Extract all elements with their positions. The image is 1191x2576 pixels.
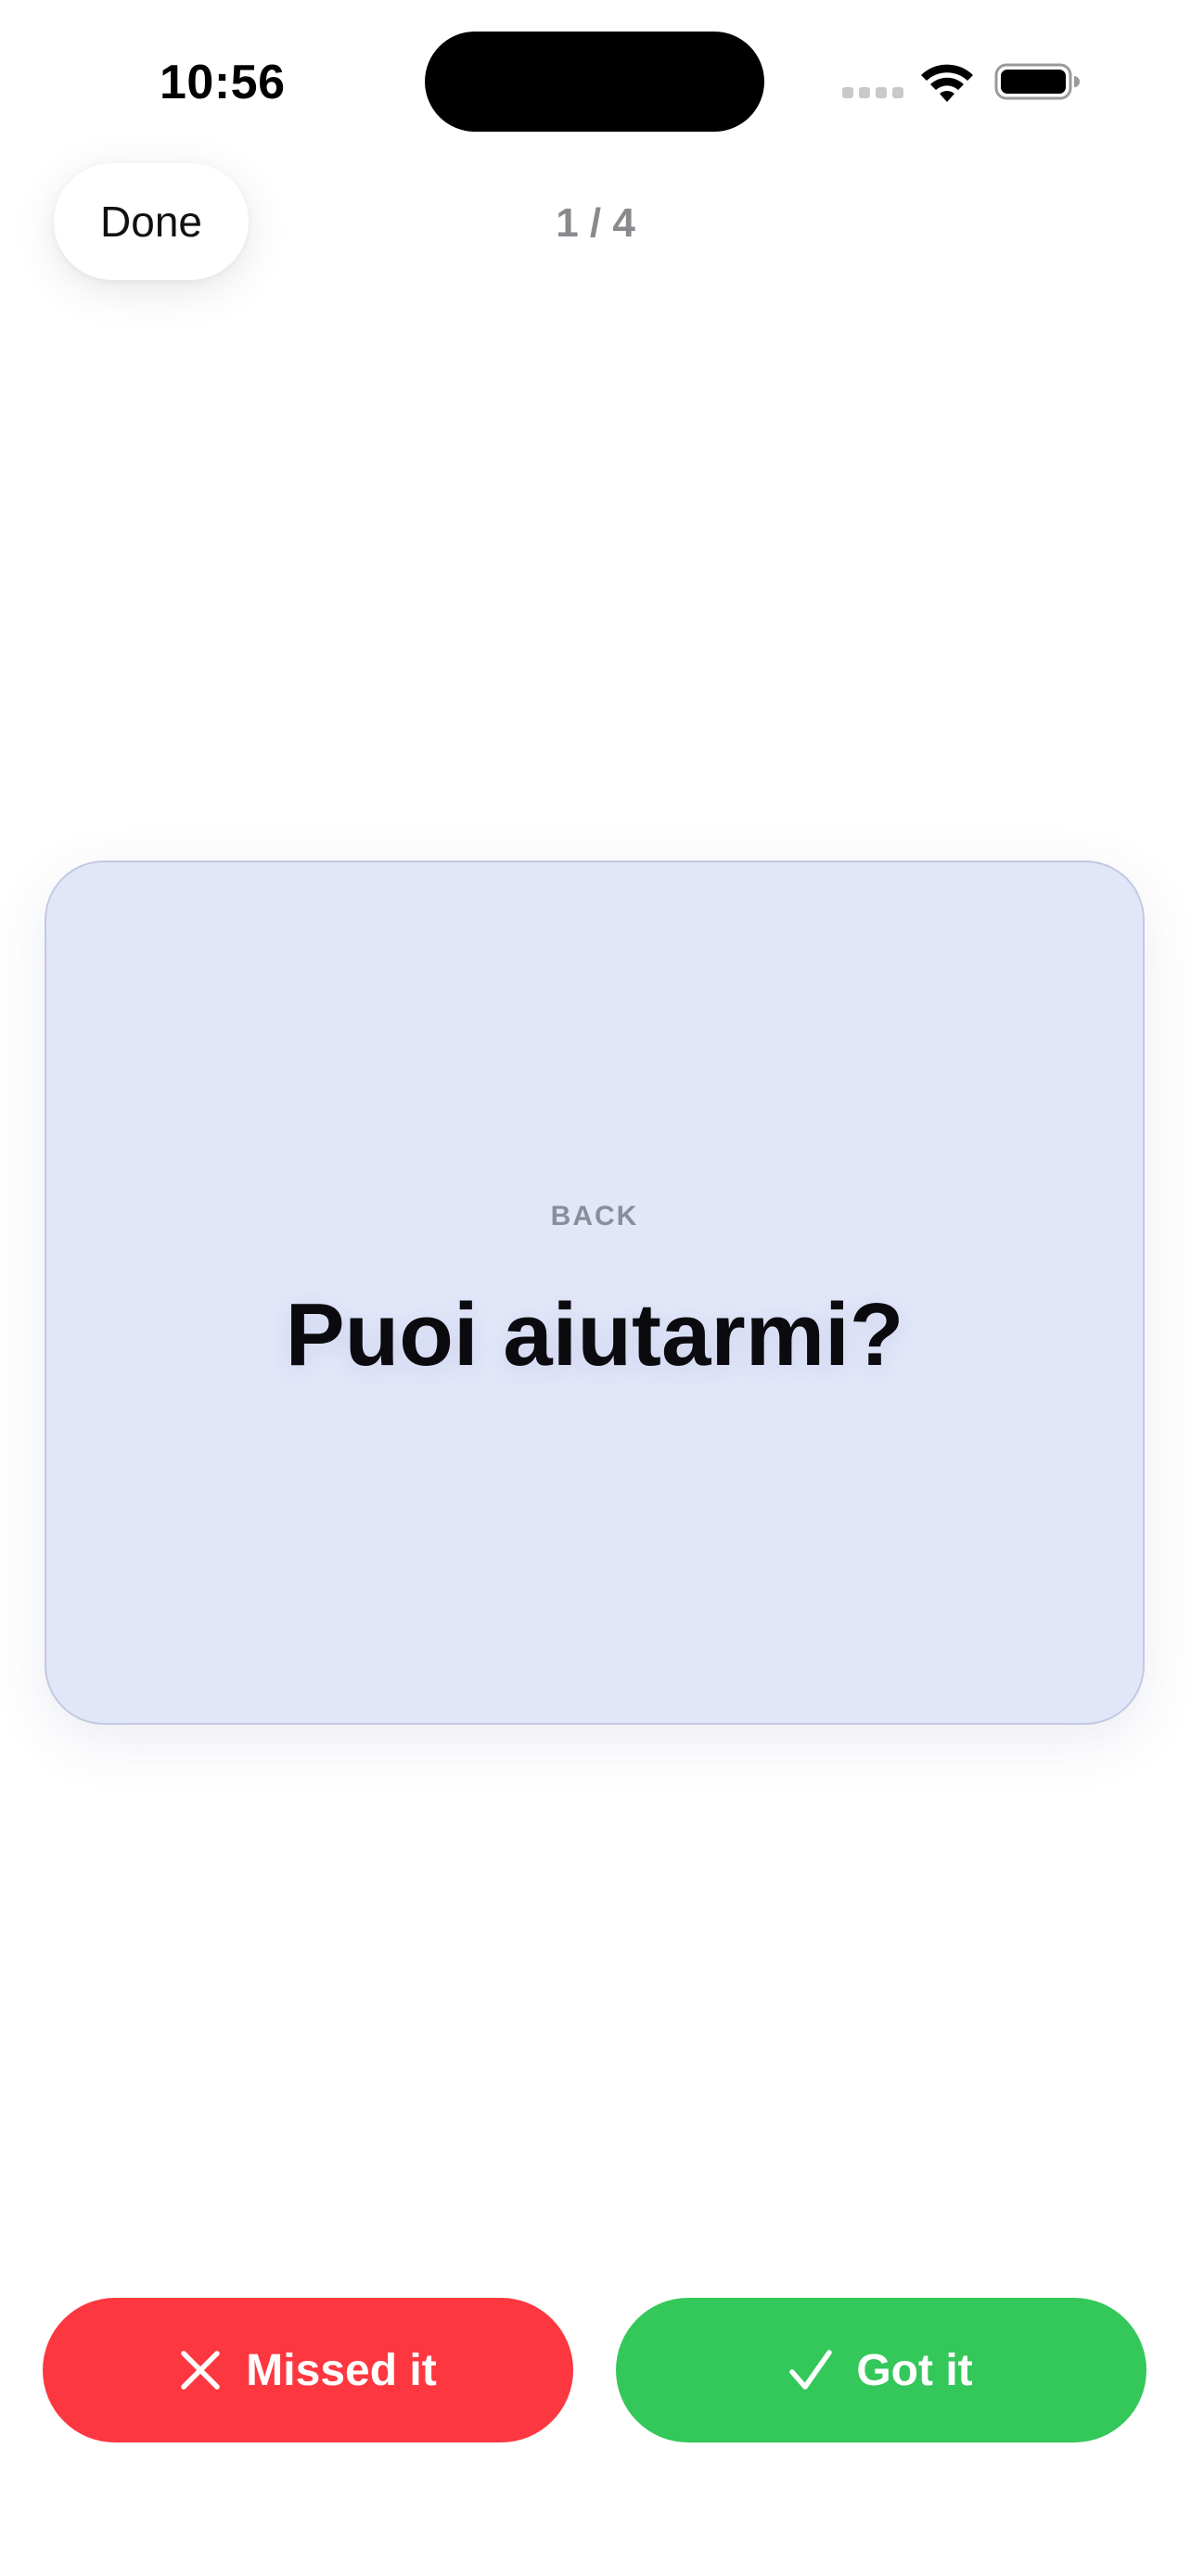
dynamic-island <box>425 32 764 132</box>
flash-card[interactable]: BACK Puoi aiutarmi? <box>45 861 1145 1725</box>
card-side-label: BACK <box>550 1201 639 1231</box>
got-it-label: Got it <box>856 2345 973 2395</box>
battery-icon <box>994 61 1080 102</box>
status-bar: 10:56 <box>0 0 1191 158</box>
cellular-signal-icon <box>842 87 903 98</box>
card-text: Puoi aiutarmi? <box>285 1285 904 1384</box>
checkmark-icon <box>789 2349 833 2391</box>
missed-it-label: Missed it <box>246 2345 437 2395</box>
missed-it-button[interactable]: Missed it <box>43 2298 573 2442</box>
card-progress: 1 / 4 <box>556 200 635 246</box>
got-it-button[interactable]: Got it <box>616 2298 1146 2442</box>
x-mark-icon <box>179 2349 222 2391</box>
wifi-icon <box>920 61 974 102</box>
done-button[interactable]: Done <box>54 163 249 280</box>
status-time: 10:56 <box>160 56 286 109</box>
